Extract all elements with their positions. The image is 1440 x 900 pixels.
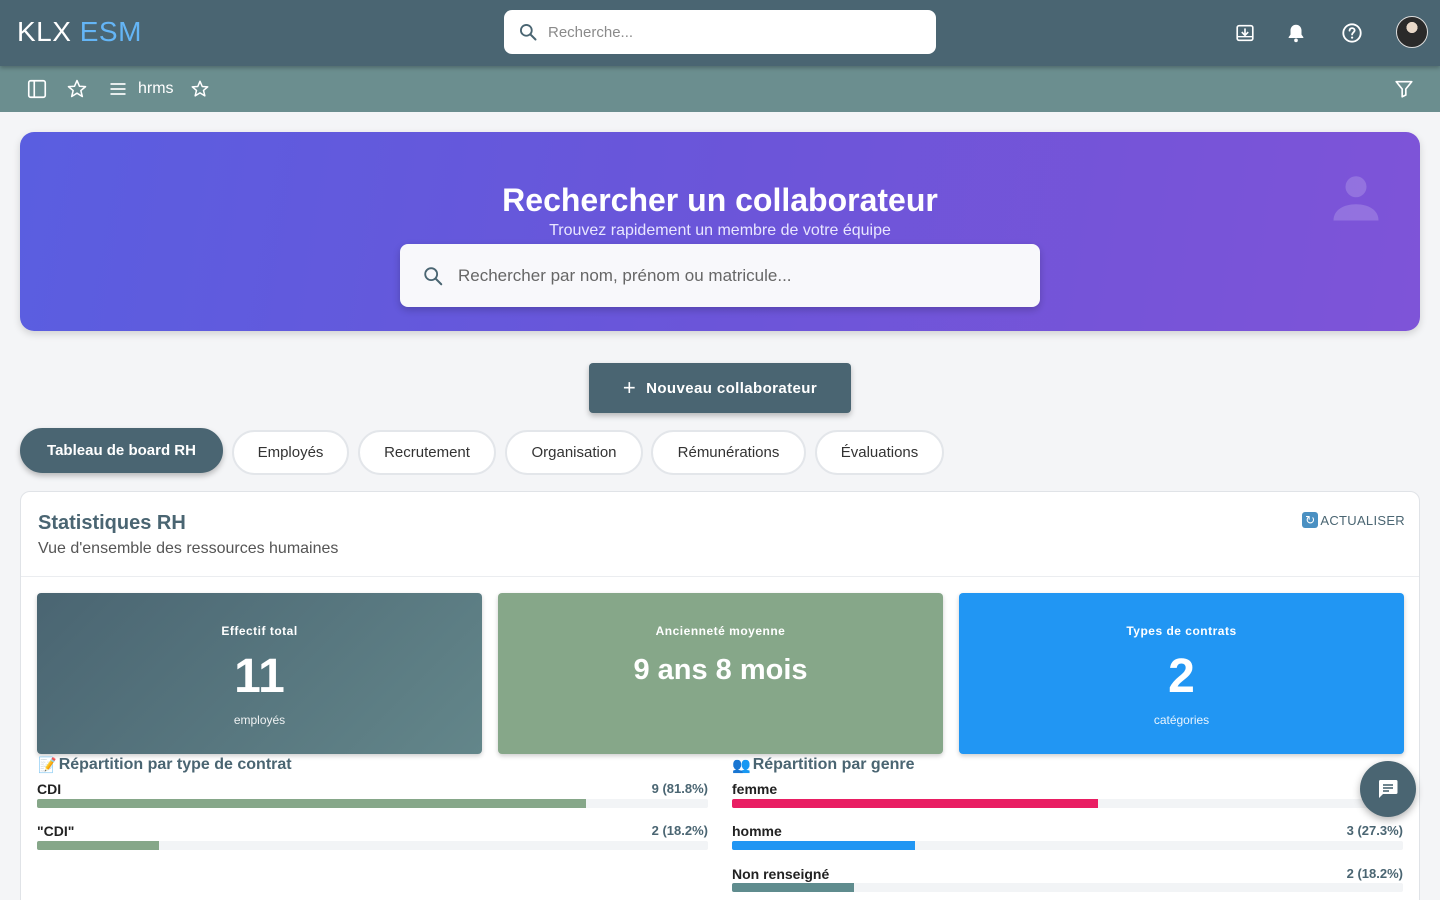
gender-row-label: homme [732,823,782,839]
chat-icon [1378,780,1398,798]
employee-search-input[interactable] [458,265,1018,286]
module-toolbar: hrms [0,66,1440,112]
refresh-button[interactable]: ↻ ACTUALISER [1302,512,1405,528]
person-icon [1326,168,1386,233]
filter-icon[interactable] [1393,77,1415,101]
logo-text-klx: KLX [17,16,72,47]
search-icon [424,266,443,285]
help-icon[interactable] [1339,20,1365,46]
contract-distribution-label: Répartition par type de contrat [58,756,292,773]
card-average-seniority: Ancienneté moyenne 9 ans 8 mois [498,593,943,754]
card-value: 9 ans 8 mois [633,654,808,686]
new-employee-label: Nouveau collaborateur [646,379,818,397]
download-icon[interactable] [1232,20,1258,46]
tab-employees[interactable]: Employés [232,430,349,475]
contract-row-fill [37,841,160,850]
contract-row-bar [37,841,708,850]
search-icon [520,24,537,41]
hero-title: Rechercher un collaborateur [502,182,938,218]
tab-evaluations[interactable]: Évaluations [815,430,944,475]
people-icon: 👥 [732,757,751,774]
contract-row-value: 2 (18.2%) [651,823,708,838]
contract-row-label: "CDI" [37,823,75,839]
bell-icon[interactable] [1283,20,1309,46]
tab-compensation[interactable]: Rémunérations [651,430,806,475]
tab-hr-dashboard[interactable]: Tableau de board RH [20,428,223,473]
sidebar-toggle-icon[interactable] [26,77,48,101]
gender-row-label: femme [732,781,778,797]
contract-row-value: 9 (81.8%) [651,781,708,796]
tab-recruitment[interactable]: Recrutement [358,430,496,475]
logo-text-esm: ESM [79,16,142,47]
global-search[interactable] [504,10,936,54]
gender-row-fill [732,883,855,892]
plus-icon: + [622,375,637,400]
refresh-label: ACTUALISER [1320,512,1405,528]
new-employee-button[interactable]: + Nouveau collaborateur [589,363,851,413]
employee-search[interactable] [400,244,1040,307]
top-bar: KLX ESM [0,0,1440,66]
stats-title: Statistiques RH [38,512,186,534]
module-favorite-star-icon[interactable] [190,77,210,101]
app-logo[interactable]: KLX ESM [17,16,142,48]
gender-row-fill [732,841,916,850]
module-menu[interactable]: hrms [108,77,174,101]
gender-row-value: 2 (18.2%) [1346,866,1403,881]
menu-icon [110,83,126,95]
memo-icon: 📝 [38,757,57,774]
gender-row-label: Non renseigné [732,866,830,882]
gender-row-fill [732,799,1098,808]
employee-search-hero: Rechercher un collaborateur Trouvez rapi… [20,132,1420,331]
user-avatar[interactable] [1396,16,1428,48]
gender-row-bar [732,883,1403,892]
card-label: Types de contrats [1126,624,1237,638]
contract-row-fill [37,799,586,808]
contract-row-label: CDI [37,781,62,797]
favorite-star-icon[interactable] [66,77,88,101]
card-value: 2 [1168,650,1195,703]
refresh-icon: ↻ [1302,512,1319,528]
gender-distribution-title: 👥 Répartition par genre [732,756,915,774]
contract-distribution-title: 📝 Répartition par type de contrat [38,756,292,774]
card-value: 11 [234,650,285,703]
card-total-headcount: Effectif total 11 employés [37,593,482,754]
hr-stats-panel: Statistiques RH Vue d'ensemble des resso… [20,491,1420,900]
stats-subtitle: Vue d'ensemble des ressources humaines [38,540,339,557]
divider [21,576,1419,577]
card-label: Ancienneté moyenne [655,624,786,638]
card-label: Effectif total [221,624,298,638]
gender-row-bar [732,841,1403,850]
hero-subtitle: Trouvez rapidement un membre de votre éq… [549,222,891,239]
card-unit: employés [233,713,286,727]
card-unit: catégories [1153,713,1210,727]
contract-row-bar [37,799,708,808]
card-contract-types: Types de contrats 2 catégories [959,593,1404,754]
chat-button[interactable] [1360,761,1416,817]
module-label: hrms [138,80,174,97]
global-search-input[interactable] [548,23,908,41]
gender-row-bar [732,799,1403,808]
gender-row-value: 3 (27.3%) [1346,823,1403,838]
gender-distribution-label: Répartition par genre [752,756,915,773]
tab-organisation[interactable]: Organisation [505,430,643,475]
